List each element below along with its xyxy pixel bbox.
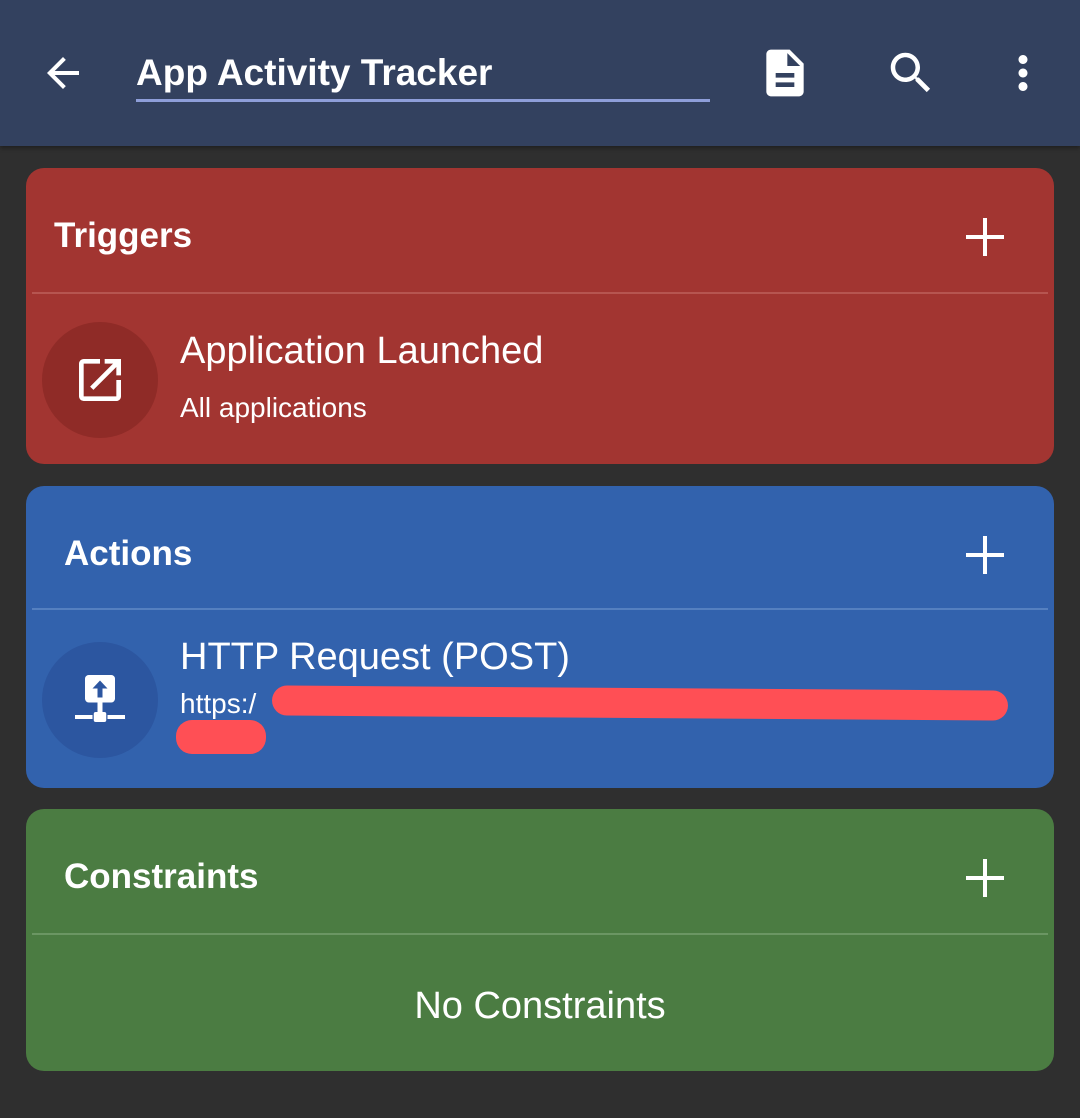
app-bar	[0, 0, 1080, 146]
actions-title: Actions	[64, 534, 193, 573]
open-in-new-icon	[79, 359, 121, 401]
triggers-title: Triggers	[54, 216, 193, 255]
plus-icon	[966, 218, 1004, 256]
triggers-header: Triggers	[26, 168, 1054, 294]
search-button[interactable]	[878, 40, 944, 106]
document-icon	[766, 49, 804, 97]
constraints-card: Constraints No Constraints	[26, 809, 1054, 1071]
trigger-icon-circle	[42, 322, 158, 438]
constraints-header: Constraints	[26, 809, 1054, 935]
plus-icon	[966, 859, 1004, 897]
overflow-menu-button[interactable]	[990, 40, 1056, 106]
redaction-mark	[271, 685, 1009, 721]
redaction-mark	[176, 720, 266, 754]
macro-name-input[interactable]	[136, 46, 710, 102]
actions-header: Actions	[26, 486, 1054, 612]
constraints-title: Constraints	[64, 857, 259, 896]
action-item[interactable]: HTTP Request (POST) https:/	[26, 626, 1054, 786]
network-upload-icon	[75, 675, 125, 722]
no-constraints-label: No Constraints	[414, 985, 666, 1027]
add-trigger-button[interactable]	[960, 212, 1010, 262]
trigger-item-title: Application Launched	[180, 330, 544, 372]
constraints-divider	[32, 933, 1048, 935]
add-action-button[interactable]	[960, 530, 1010, 580]
trigger-item-subtitle: All applications	[180, 392, 367, 423]
plus-icon	[966, 536, 1004, 574]
document-button[interactable]	[752, 40, 818, 106]
arrow-back-icon	[47, 57, 79, 89]
add-constraint-button[interactable]	[960, 853, 1010, 903]
action-icon-circle	[42, 642, 158, 758]
more-vert-icon	[1018, 55, 1028, 91]
search-icon	[890, 52, 931, 93]
triggers-card: Triggers Application Launched All applic…	[26, 168, 1054, 464]
trigger-item[interactable]: Application Launched All applications	[26, 308, 1054, 458]
actions-card: Actions HTTP Request (POST) https:/	[26, 486, 1054, 788]
triggers-divider	[32, 292, 1048, 294]
action-item-url: https:/	[180, 688, 257, 719]
back-button[interactable]	[30, 40, 96, 106]
actions-divider	[32, 608, 1048, 610]
action-item-title: HTTP Request (POST)	[180, 636, 570, 678]
